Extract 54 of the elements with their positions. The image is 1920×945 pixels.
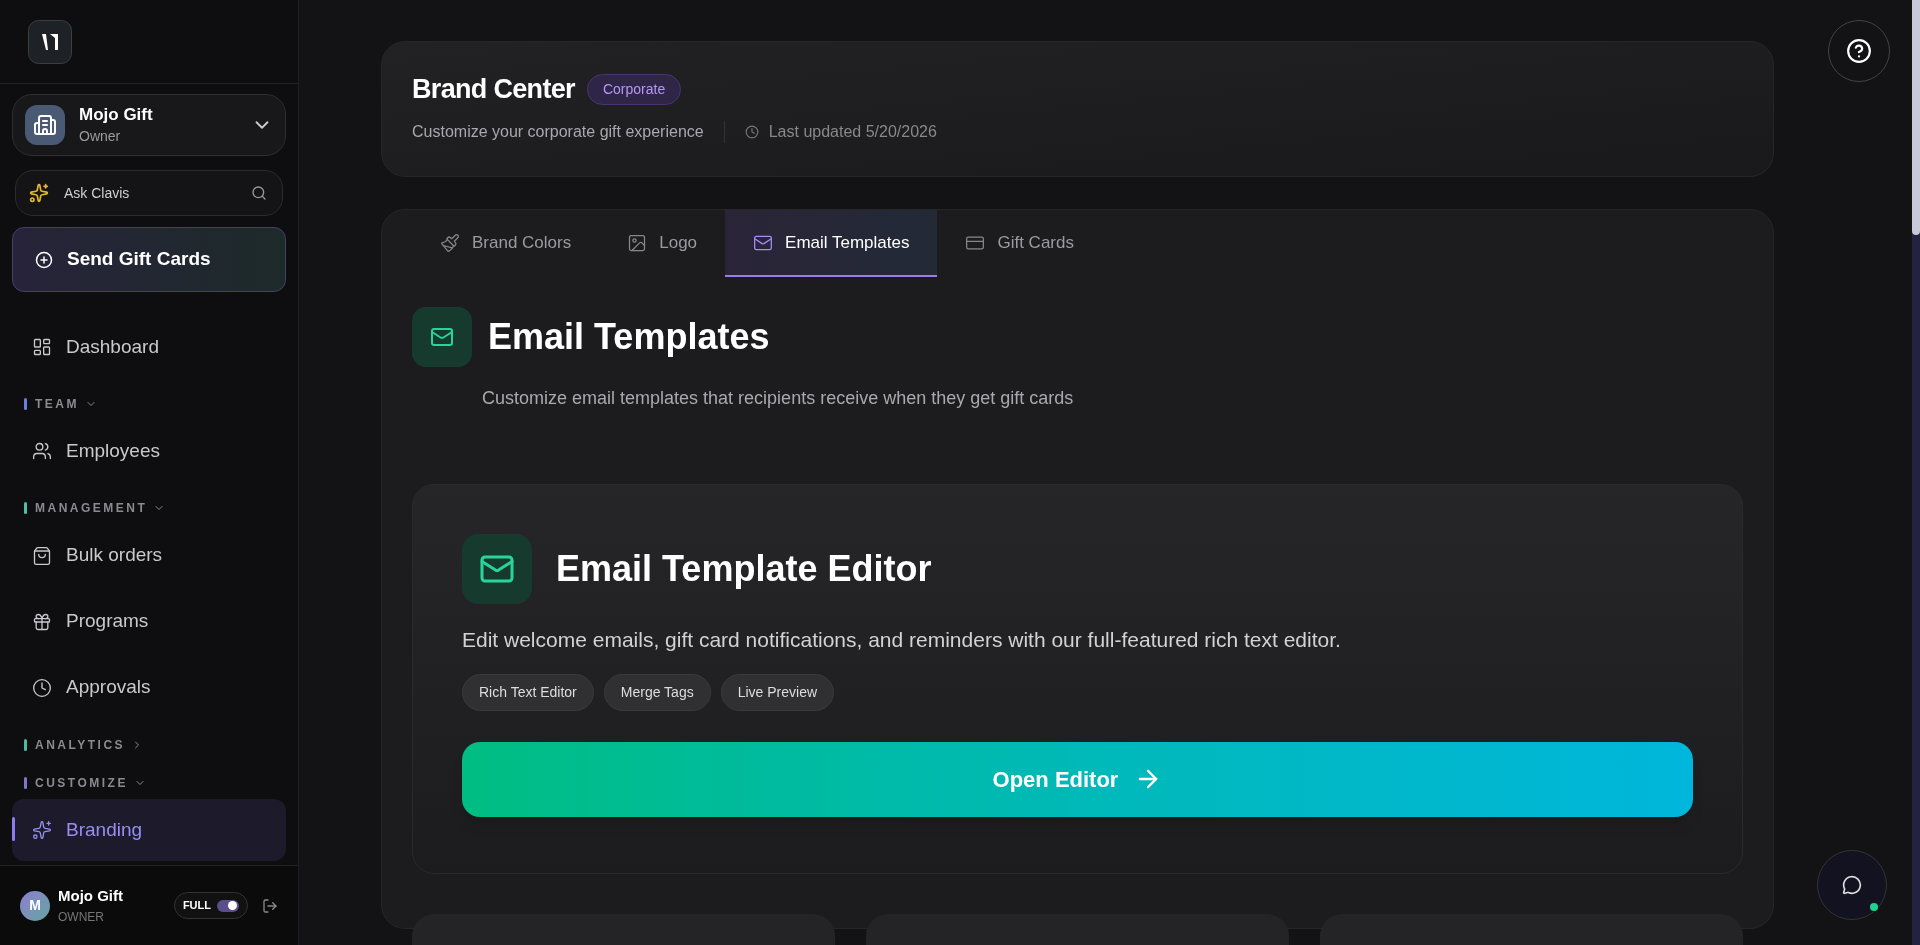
tab[interactable]: Email Templates	[725, 210, 938, 277]
clock-icon	[32, 677, 52, 698]
image-icon	[627, 232, 648, 253]
plan-badge: Corporate	[586, 73, 682, 105]
tab[interactable]: Logo	[599, 210, 726, 277]
search-field[interactable]: Ask Clavis	[15, 170, 283, 216]
plus-circle-icon	[35, 250, 53, 269]
envelope-icon	[462, 534, 532, 604]
clock-icon	[744, 124, 759, 139]
nav-item[interactable]: Bulk orders	[12, 524, 286, 587]
building-icon	[25, 105, 65, 145]
section-header[interactable]: TEAM	[35, 395, 97, 414]
envelope-icon	[412, 307, 472, 367]
active-indicator	[12, 817, 15, 841]
section-title: Email Templates	[488, 315, 770, 359]
nav-item[interactable]: Approvals	[12, 656, 286, 719]
nav-item[interactable]: Employees	[12, 420, 286, 483]
avatar: M	[20, 890, 50, 921]
feature-tag: Rich Text Editor	[462, 673, 594, 711]
last-updated: Last updated 5/20/2026	[768, 121, 937, 142]
chat-bubble-icon	[1842, 875, 1862, 895]
help-icon	[1846, 38, 1872, 64]
page-subtitle: Customize your corporate gift experience	[412, 121, 704, 142]
logout-icon[interactable]	[262, 897, 278, 914]
tab[interactable]: Brand Colors	[412, 210, 600, 277]
search-icon	[251, 185, 267, 201]
user-name: Mojo Gift	[58, 886, 124, 907]
nav-item[interactable]: Programs	[12, 590, 286, 653]
send-gift-cards-button[interactable]: Send Gift Cards	[12, 227, 286, 292]
logo-icon	[28, 19, 72, 64]
paintbrush-icon	[440, 232, 460, 253]
section-description: Customize email templates that recipients receive when they get gift cards	[482, 387, 1075, 410]
full-mode-toggle[interactable]: FULL	[173, 892, 248, 919]
feature-tag: Merge Tags	[603, 673, 711, 711]
user-role: OWNER	[58, 908, 105, 926]
gift-icon	[32, 611, 52, 632]
feature-tag: Live Preview	[720, 673, 835, 711]
dashboard-icon	[32, 337, 52, 357]
sparkles-icon	[29, 183, 49, 203]
tab[interactable]: Gift Cards	[937, 210, 1102, 277]
section-header[interactable]: ANALYTICS	[35, 735, 144, 754]
organization-role: Owner	[79, 126, 122, 146]
nav-item[interactable]: Branding	[12, 799, 286, 861]
card-title: Email Template Editor	[556, 547, 932, 591]
sparkles-icon	[32, 820, 52, 840]
people-icon	[32, 441, 52, 462]
organization-switcher[interactable]: Mojo Gift Owner	[12, 94, 286, 156]
nav-item[interactable]: Dashboard	[12, 316, 286, 378]
page-title: Brand Center	[412, 73, 575, 106]
shopping-bag-icon	[32, 545, 52, 566]
section-header[interactable]: CUSTOMIZE	[35, 773, 146, 792]
section-header[interactable]: MANAGEMENT	[35, 499, 166, 518]
organization-name: Mojo Gift	[79, 103, 154, 126]
card-description: Edit welcome emails, gift card notifications, and reminders with our full-featured rich text editor.	[462, 627, 1342, 653]
